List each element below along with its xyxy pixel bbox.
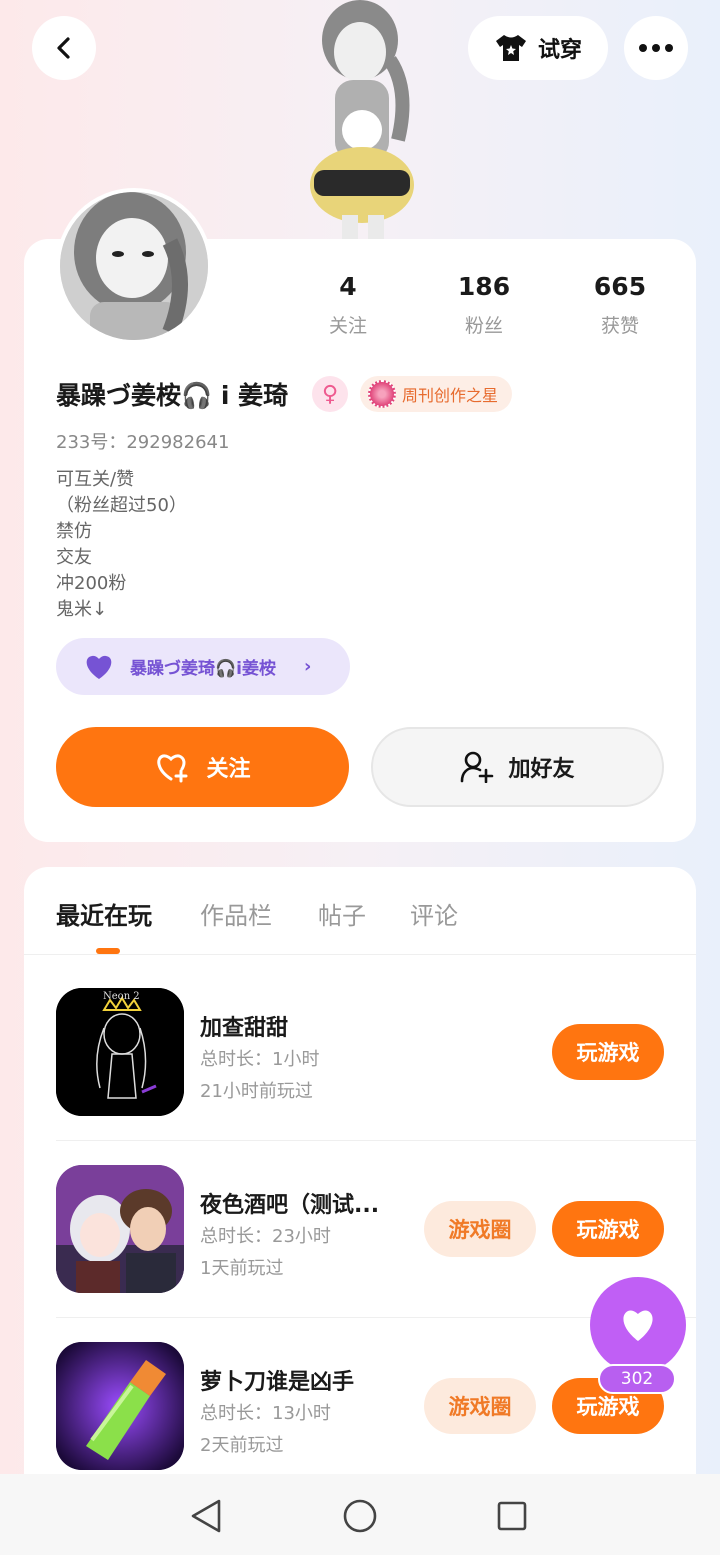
like-button[interactable]	[590, 1277, 686, 1373]
heart-plus-icon	[157, 754, 188, 783]
play-game-button[interactable]: 玩游戏	[552, 1201, 664, 1257]
bio-line: 鬼米↓	[56, 599, 108, 620]
avatar-3d-figure	[280, 0, 450, 240]
heart-icon	[623, 1310, 653, 1341]
bio-line: 禁仿	[56, 521, 92, 542]
follow-button[interactable]: 关注	[56, 727, 349, 807]
add-user-icon	[461, 751, 494, 783]
game-icon-text: Neon 2	[103, 991, 140, 1002]
more-button[interactable]	[624, 16, 688, 80]
medal-icon	[368, 380, 396, 408]
system-nav-bar	[0, 1474, 720, 1555]
bio-line: 交友	[56, 547, 92, 568]
stat-label: 获赞	[600, 315, 639, 337]
stat-value: 4	[339, 272, 357, 301]
stat-label: 关注	[328, 315, 367, 337]
heart-icon	[86, 655, 112, 679]
game-last-played: 2天前玩过	[200, 1435, 284, 1456]
bio-line: 可互关/赞	[56, 469, 135, 490]
nav-back-icon[interactable]	[186, 1496, 226, 1536]
avatar[interactable]	[56, 188, 212, 344]
stat-value: 186	[457, 272, 511, 301]
more-icon	[639, 44, 673, 52]
game-duration: 总时长：1小时	[200, 1049, 320, 1070]
back-button[interactable]	[32, 16, 96, 80]
tab-comments[interactable]: 评论	[410, 896, 458, 931]
female-icon: ♀	[312, 376, 348, 412]
couple-tag-label: 暴躁づ姜琦🎧i姜桉	[130, 659, 276, 679]
game-name: 夜色酒吧（测试...	[200, 1193, 380, 1218]
divider	[24, 954, 696, 955]
username: 暴躁づ姜桉🎧 i 姜琦	[56, 381, 289, 410]
shirt-icon	[495, 35, 526, 61]
game-icon	[56, 988, 184, 1116]
bio-line: （粉丝超过50）	[56, 495, 187, 516]
add-friend-label: 加好友	[508, 757, 575, 782]
game-circle-button[interactable]: 游戏圈	[424, 1201, 536, 1257]
back-icon	[57, 37, 70, 59]
couple-tag[interactable]: 暴躁づ姜琦🎧i姜桉 ›	[56, 638, 350, 695]
game-name: 加查甜甜	[200, 1016, 289, 1041]
try-on-button[interactable]: 试穿	[468, 16, 608, 80]
badge-label: 周刊创作之星	[402, 386, 499, 405]
user-id: 233号：292982641	[56, 432, 230, 453]
nav-recent-icon[interactable]	[492, 1496, 532, 1536]
divider	[56, 1140, 696, 1141]
try-on-label: 试穿	[537, 38, 582, 63]
game-duration: 总时长：23小时	[200, 1226, 331, 1247]
game-duration: 总时长：13小时	[200, 1403, 331, 1424]
like-count: 302	[598, 1364, 676, 1394]
stat-label: 粉丝	[464, 315, 503, 337]
creator-star-badge[interactable]: 周刊创作之星	[360, 376, 513, 412]
tab-recently-played[interactable]: 最近在玩	[56, 896, 152, 931]
follow-label: 关注	[206, 757, 251, 782]
stat-fans[interactable]: 186 粉丝	[424, 272, 544, 338]
bio: 可互关/赞 （粉丝超过50） 禁仿 交友 冲200粉 鬼米↓	[56, 467, 187, 623]
game-last-played: 1天前玩过	[200, 1258, 284, 1279]
stat-likes[interactable]: 665 获赞	[560, 272, 680, 338]
add-friend-button[interactable]: 加好友	[371, 727, 664, 807]
stat-value: 665	[593, 272, 647, 301]
stat-following[interactable]: 4 关注	[288, 272, 408, 338]
game-name: 萝卜刀谁是凶手	[200, 1370, 355, 1395]
game-icon	[56, 1165, 184, 1293]
game-icon	[56, 1342, 184, 1470]
tab-works[interactable]: 作品栏	[200, 896, 272, 931]
nav-home-icon[interactable]	[340, 1496, 380, 1536]
bio-line: 冲200粉	[56, 573, 127, 594]
chevron-right-icon: ›	[304, 656, 312, 677]
game-row[interactable]: Neon 2 加查甜甜 总时长：1小时 21小时前玩过 玩游戏	[56, 988, 696, 1164]
play-game-button[interactable]: 玩游戏	[552, 1024, 664, 1080]
game-circle-button[interactable]: 游戏圈	[424, 1378, 536, 1434]
tab-posts[interactable]: 帖子	[318, 896, 366, 931]
game-last-played: 21小时前玩过	[200, 1081, 313, 1102]
